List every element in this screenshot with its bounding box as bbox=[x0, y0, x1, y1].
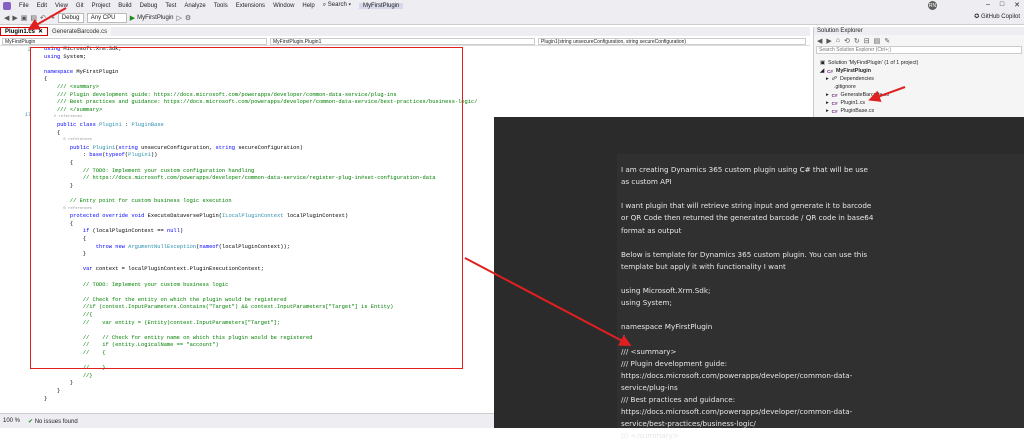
annotation-arrows bbox=[27, 7, 906, 346]
arrow-to-tab bbox=[27, 7, 67, 30]
chat-text-line: /// </summary> bbox=[621, 431, 679, 441]
arrow-to-plugin1-file bbox=[868, 86, 906, 102]
arrow-to-chat-template bbox=[464, 257, 632, 346]
